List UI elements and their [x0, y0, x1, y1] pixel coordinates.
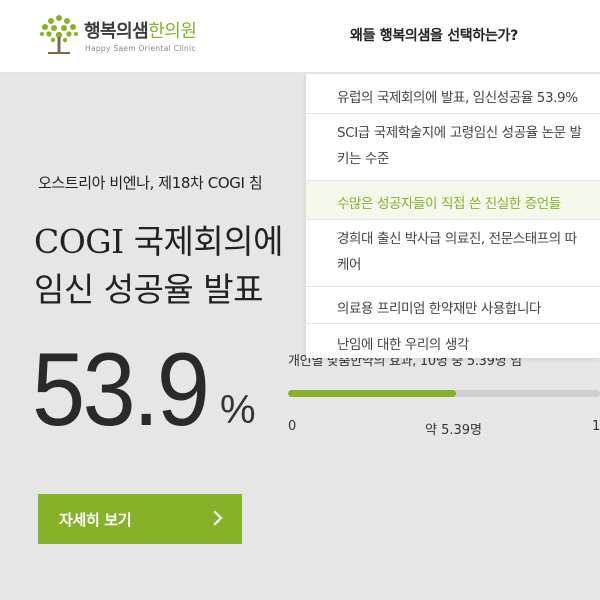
dropdown-item-label-line1: 경희대 출신 박사급 의료진, 전문스태프의 따: [337, 231, 577, 247]
hero-subtitle: 오스트리아 비엔나, 제18차 COGI 침: [38, 174, 263, 192]
dropdown-item-sci-paper[interactable]: SCI급 국제학술지에 고령임신 성공율 논문 발 키는 수준: [306, 114, 600, 181]
logo-name-accent: 한의원: [148, 21, 197, 42]
progress-bar: [288, 390, 600, 397]
progress-bar-fill: [288, 390, 457, 397]
dropdown-item-label: 유럽의 국제회의에 발표, 임신성공율 53.9%: [337, 90, 578, 106]
dropdown-item-label: 난임에 대한 우리의 생각: [337, 337, 469, 353]
chevron-right-icon: [213, 510, 223, 526]
details-button[interactable]: 자세히 보기: [38, 494, 242, 544]
dropdown-item-label-line2: 케어: [337, 257, 362, 273]
dropdown-item-label: 수많은 성공자들이 직접 쓴 진실한 증언들: [337, 196, 561, 212]
dropdown-item-testimonials[interactable]: 수많은 성공자들이 직접 쓴 진실한 증언들: [306, 181, 600, 220]
logo-text: 행복의샘한의원: [84, 17, 197, 43]
details-button-label: 자세히 보기: [59, 511, 132, 529]
hero-headline-line1: COGI 국제회의에: [34, 222, 284, 261]
logo-subtitle: Happy Saem Oriental Clinic: [85, 44, 196, 53]
hero-headline-line2: 임신 성공율 발표: [34, 270, 264, 309]
success-rate-number: 53.9: [32, 330, 222, 450]
progress-tick-end: 1: [592, 419, 600, 434]
logo-name-main: 행복의샘: [84, 21, 149, 42]
dropdown-item-medical-staff[interactable]: 경희대 출신 박사급 의료진, 전문스태프의 따 케어: [306, 220, 600, 287]
nav-why-choose[interactable]: 왜들 행복의샘을 선택하는가?: [350, 25, 518, 45]
dropdown-item-premium-herbs[interactable]: 의료용 프리미엄 한약재만 사용합니다: [306, 287, 600, 324]
dropdown-item-label-line1: SCI급 국제학술지에 고령임신 성공율 논문 발: [337, 125, 582, 141]
success-rate-unit: %: [220, 388, 256, 432]
tree-logo-icon: [40, 15, 78, 54]
dropdown-item-conference[interactable]: 유럽의 국제회의에 발표, 임신성공율 53.9%: [306, 74, 600, 114]
dropdown-item-label: 의료용 프리미엄 한약재만 사용합니다: [337, 301, 541, 317]
why-choose-dropdown: 유럽의 국제회의에 발표, 임신성공율 53.9% SCI급 국제학술지에 고령…: [306, 74, 600, 358]
dropdown-item-our-thoughts[interactable]: 난임에 대한 우리의 생각: [306, 324, 600, 358]
hero-headline: COGI 국제회의에 임신 성공율 발표: [34, 218, 284, 314]
progress-tick-start: 0: [288, 419, 297, 434]
dropdown-item-label-line2: 키는 수준: [337, 151, 389, 167]
site-logo[interactable]: 행복의샘한의원 Happy Saem Oriental Clinic: [38, 13, 208, 59]
success-rate-value: 53.9: [32, 332, 210, 448]
site-header: 행복의샘한의원 Happy Saem Oriental Clinic 왜들 행복…: [0, 0, 600, 73]
progress-tick-mid: 약 5.39명: [425, 423, 482, 438]
